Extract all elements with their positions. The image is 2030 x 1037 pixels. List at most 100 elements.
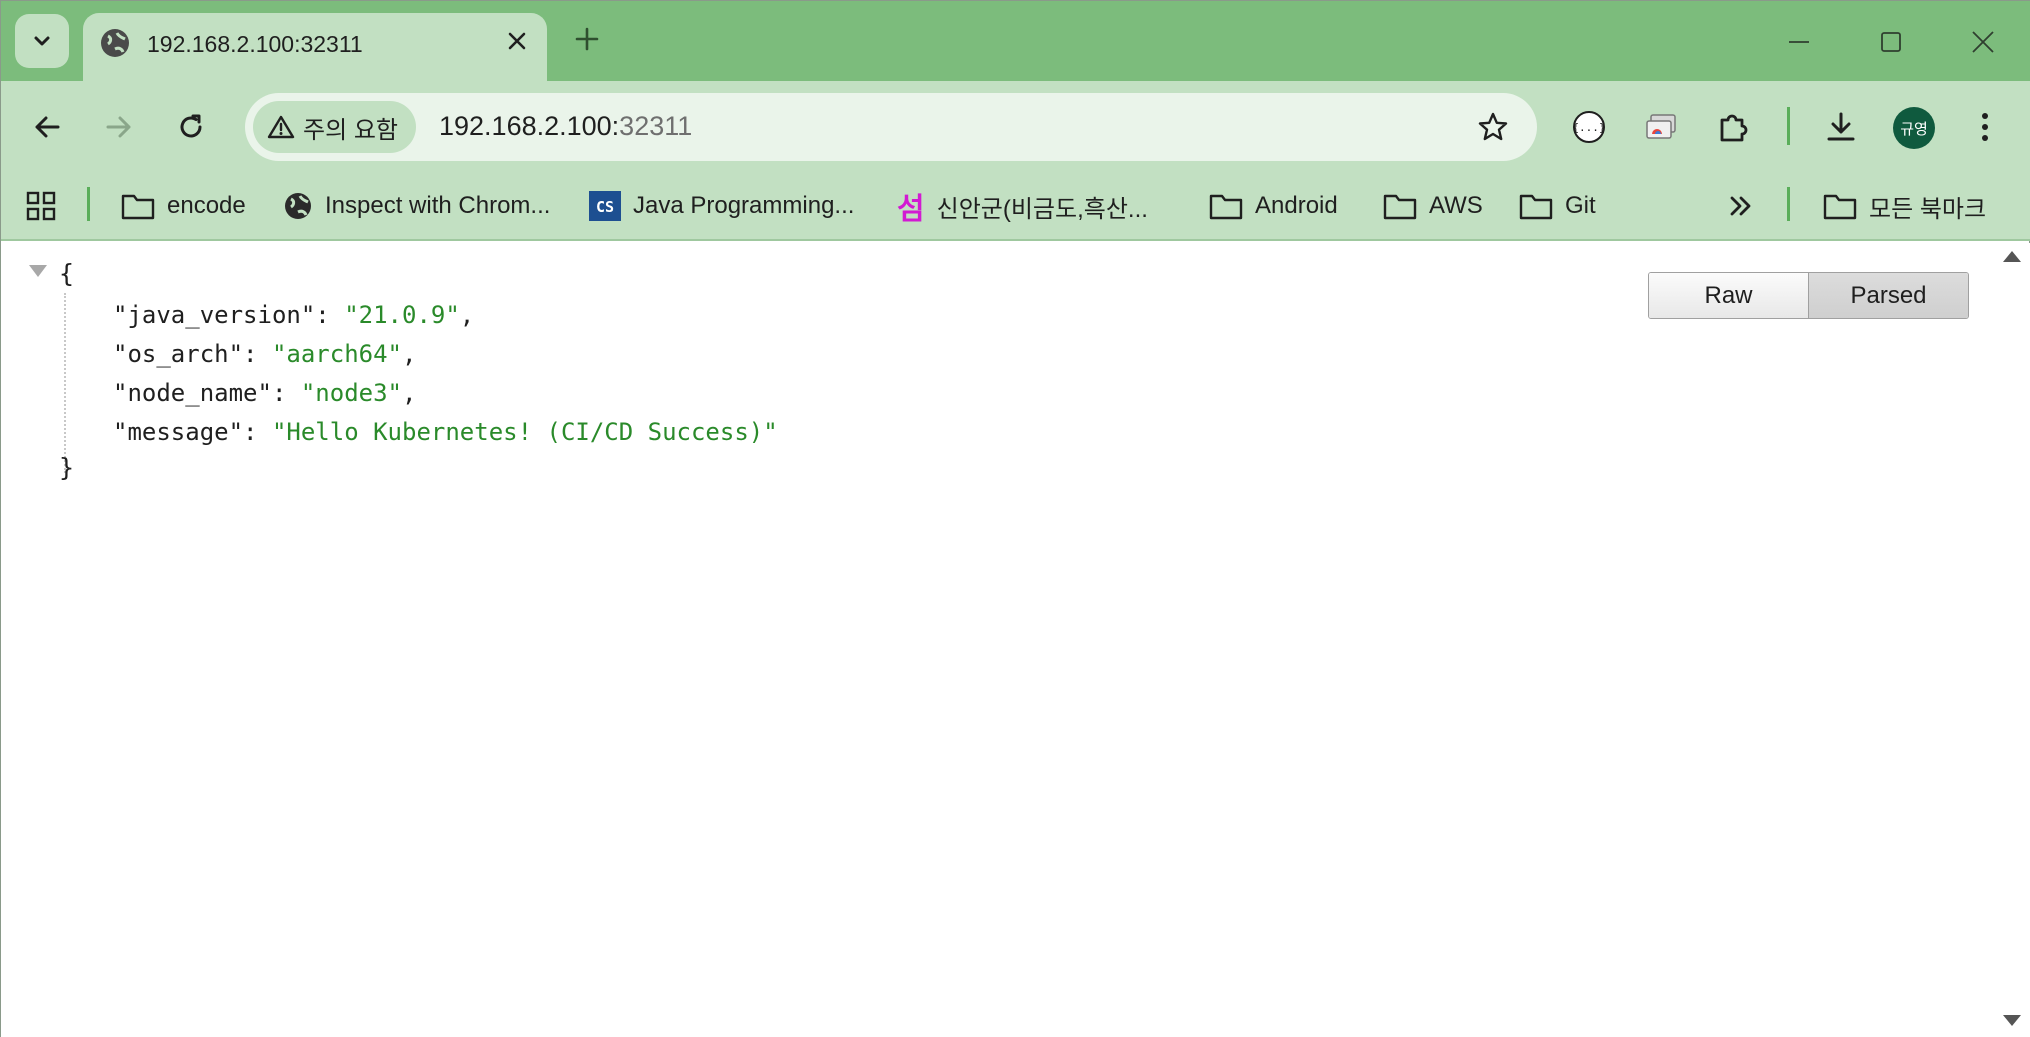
json-entry: "message": "Hello Kubernetes! (CI/CD Suc…	[113, 418, 778, 446]
profile-avatar[interactable]: 규영	[1893, 107, 1935, 149]
bookmark-separator	[1787, 187, 1790, 221]
warning-icon	[267, 115, 295, 139]
tab-title: 192.168.2.100:32311	[147, 31, 363, 57]
address-bar[interactable]: 주의 요함 192.168.2.100:32311	[245, 93, 1537, 161]
json-value: "aarch64"	[271, 340, 402, 368]
seom-logo-icon: 섬	[897, 192, 925, 227]
toolbar: 주의 요함 192.168.2.100:32311 {...} 규영	[1, 81, 2030, 173]
folder-icon	[1519, 194, 1553, 220]
globe-icon	[285, 193, 311, 219]
star-icon	[1478, 112, 1508, 141]
json-entry: "os_arch": "aarch64",	[113, 340, 417, 368]
chevron-down-icon	[34, 36, 50, 46]
security-chip-label: 주의 요함	[303, 116, 398, 144]
url-text[interactable]: 192.168.2.100:32311	[439, 111, 692, 142]
downloads-button[interactable]	[1817, 103, 1865, 151]
extension-screenshot-button[interactable]	[1637, 103, 1685, 151]
active-tab[interactable]: 192.168.2.100:32311	[83, 13, 547, 81]
tab-close-button[interactable]	[499, 23, 535, 59]
maximize-icon	[1881, 32, 1901, 52]
json-key: "message"	[113, 418, 244, 446]
new-tab-button[interactable]	[569, 21, 605, 57]
scroll-up-arrow[interactable]	[2003, 251, 2021, 262]
bookmark-git[interactable]: Git	[1519, 185, 1596, 227]
browser-window: 192.168.2.100:32311 주의 요함 192.168.2.100:…	[0, 0, 2030, 1037]
maximize-button[interactable]	[1863, 15, 1919, 69]
bookmark-label: Java Programming...	[633, 192, 855, 219]
globe-icon	[101, 29, 129, 57]
bookmark-java-programming[interactable]: CS Java Programming...	[589, 185, 854, 227]
bookmark-sinan[interactable]: 섬 신안군(비금도,흑산...	[897, 185, 1148, 227]
collapse-toggle-icon[interactable]	[29, 265, 47, 277]
json-entry: "java_version": "21.0.9",	[113, 301, 475, 329]
folder-icon	[1823, 194, 1857, 220]
json-value: "Hello Kubernetes! (CI/CD Success)"	[271, 418, 778, 446]
scroll-down-arrow[interactable]	[2003, 1015, 2021, 1026]
json-key: "java_version"	[113, 301, 316, 329]
json-open-brace: {	[59, 259, 75, 288]
close-icon	[508, 32, 526, 50]
cs-logo-icon: CS	[589, 191, 621, 221]
json-key: "os_arch"	[113, 340, 244, 368]
plus-icon	[575, 27, 599, 51]
json-value: "node3"	[300, 379, 403, 407]
json-close-brace: }	[59, 453, 75, 482]
json-viewer: { "java_version": "21.0.9", "os_arch": "…	[1, 243, 2030, 1037]
toolbar-separator	[1787, 107, 1790, 145]
bookmark-label: 신안군(비금도,흑산...	[936, 195, 1148, 223]
more-vertical-icon	[1982, 113, 1988, 141]
bookmark-aws[interactable]: AWS	[1383, 185, 1483, 227]
apps-grid-icon	[26, 191, 56, 221]
bookmark-label: Git	[1565, 192, 1596, 219]
reload-button[interactable]	[167, 103, 215, 151]
folder-icon	[1209, 194, 1243, 220]
menu-button[interactable]	[1961, 103, 2009, 151]
url-port: 32311	[619, 111, 693, 141]
bookmark-label: Inspect with Chrom...	[325, 192, 551, 219]
minimize-icon	[1789, 41, 1809, 43]
screen-capture-icon	[1646, 114, 1676, 139]
svg-text:CS: CS	[596, 198, 614, 216]
bookmark-label: Android	[1255, 192, 1338, 219]
tab-search-button[interactable]	[15, 14, 69, 68]
arrow-left-icon	[35, 116, 60, 138]
back-button[interactable]	[23, 103, 71, 151]
all-bookmarks-button[interactable]: 모든 북마크	[1823, 185, 1986, 227]
tab-strip: 192.168.2.100:32311	[1, 1, 2030, 81]
folder-icon	[1383, 194, 1417, 220]
raw-view-button[interactable]: Raw	[1649, 273, 1808, 318]
security-chip[interactable]: 주의 요함	[253, 101, 416, 153]
extensions-button[interactable]	[1709, 103, 1757, 151]
close-icon	[1972, 31, 1994, 53]
indent-guide	[64, 293, 66, 473]
bookmark-label: AWS	[1429, 192, 1483, 219]
json-value: "21.0.9"	[344, 301, 460, 329]
minimize-button[interactable]	[1771, 15, 1827, 69]
bookmark-star-button[interactable]	[1471, 105, 1515, 149]
extension-json-viewer-button[interactable]: {...}	[1565, 103, 1613, 151]
all-bookmarks-label: 모든 북마크	[1869, 195, 1987, 223]
json-braces-icon: {...}	[1572, 111, 1606, 143]
bookmark-inspect-chrome[interactable]: Inspect with Chrom...	[283, 185, 550, 227]
parsed-view-button[interactable]: Parsed	[1808, 273, 1968, 318]
double-chevron-right-icon	[1730, 196, 1751, 216]
bookmark-separator	[87, 187, 90, 221]
url-host: 192.168.2.100:	[439, 111, 620, 141]
bookmark-android[interactable]: Android	[1209, 185, 1338, 227]
puzzle-icon	[1720, 114, 1748, 142]
view-mode-toggle: Raw Parsed	[1648, 272, 1969, 319]
bookmark-encode[interactable]: encode	[121, 185, 246, 227]
download-icon	[1827, 112, 1855, 141]
folder-icon	[121, 194, 155, 220]
forward-button[interactable]	[95, 103, 143, 151]
arrow-right-icon	[106, 116, 131, 138]
close-window-button[interactable]	[1955, 15, 2011, 69]
bookmarks-bar: encode Inspect with Chrom... CS Java Pro…	[1, 173, 2030, 241]
svg-text:{...}: {...}	[1572, 121, 1605, 134]
reload-icon	[180, 114, 202, 138]
bookmarks-overflow-button[interactable]	[1727, 185, 1755, 227]
apps-button[interactable]	[25, 185, 57, 227]
bookmark-label: encode	[167, 192, 246, 219]
json-entry: "node_name": "node3",	[113, 379, 417, 407]
json-key: "node_name"	[113, 379, 272, 407]
